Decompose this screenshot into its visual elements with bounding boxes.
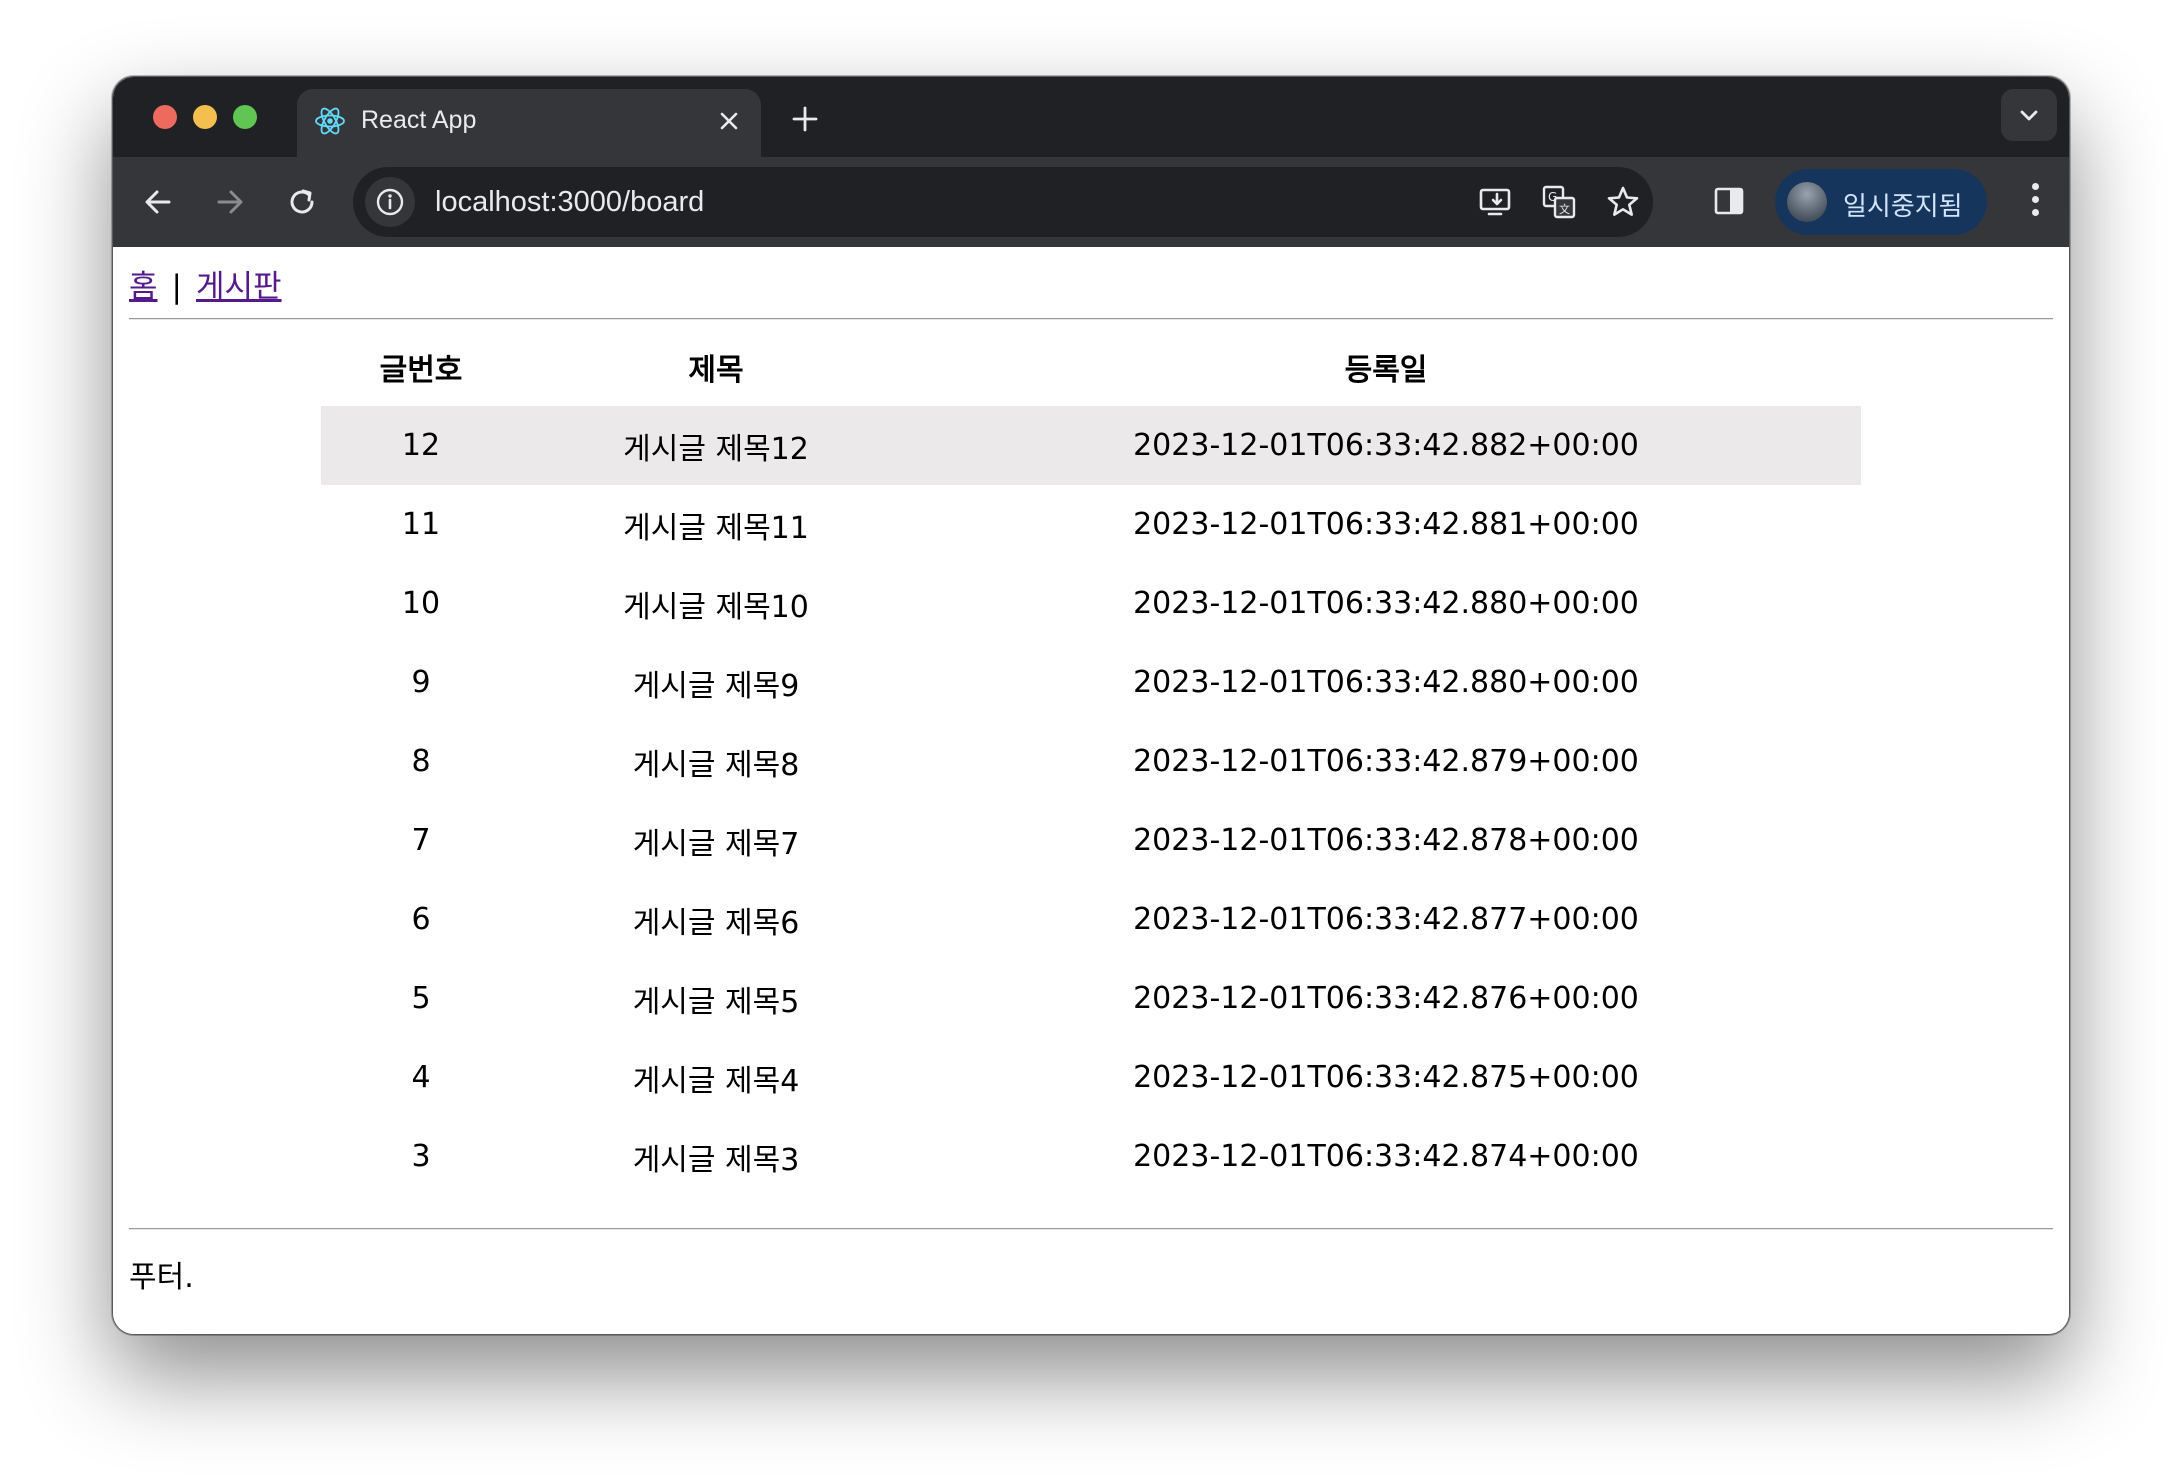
top-nav: 홈 | 게시판 [129, 261, 282, 306]
cell-post-number: 12 [321, 406, 521, 485]
cell-post-number: 3 [411, 1139, 431, 1174]
cell-date: 2023-12-01T06:33:42.874+00:00 [1133, 1139, 1639, 1174]
profile-status-label: 일시중지됨 [1843, 192, 1963, 222]
react-logo-icon [315, 107, 345, 135]
minimize-window-button[interactable] [193, 105, 217, 129]
arrow-left-icon [145, 190, 171, 214]
cell-post-number: 6 [411, 902, 431, 937]
cell-date: 2023-12-01T06:33:42.880+00:00 [1133, 665, 1639, 700]
table-row[interactable]: 5 게시글 제목5 2023-12-01T06:33:42.876+00:00 [321, 959, 1861, 1038]
cell-title[interactable]: 게시글 제목3 [521, 1117, 911, 1196]
bookmark-star-icon[interactable] [1605, 184, 1641, 220]
back-button[interactable] [135, 179, 181, 225]
cell-post-number: 9 [411, 665, 431, 700]
cell-date: 2023-12-01T06:33:42.880+00:00 [1133, 586, 1639, 621]
install-app-icon[interactable] [1477, 184, 1513, 220]
cell-post-number: 8 [411, 744, 431, 779]
cell-title[interactable]: 게시글 제목5 [521, 959, 911, 1038]
table-row[interactable]: 7 게시글 제목7 2023-12-01T06:33:42.878+00:00 [321, 801, 1861, 880]
close-window-button[interactable] [153, 105, 177, 129]
nav-link-home[interactable]: 홈 [129, 269, 158, 305]
table-header-row: 글번호 제목 등록일 [321, 327, 1861, 406]
active-tab[interactable]: React App [297, 89, 761, 157]
info-icon [376, 188, 404, 216]
footer-text: 푸터. [129, 1260, 194, 1295]
header-title: 제목 [688, 352, 744, 388]
cell-post-number: 7 [411, 823, 431, 858]
cell-post-number: 11 [401, 507, 441, 542]
site-info-button[interactable] [365, 177, 415, 227]
cell-title[interactable]: 게시글 제목12 [521, 406, 911, 485]
cell-post-number: 10 [401, 586, 441, 621]
cell-title[interactable]: 게시글 제목6 [521, 880, 911, 959]
svg-text:G: G [1548, 190, 1557, 204]
table-row[interactable]: 4 게시글 제목4 2023-12-01T06:33:42.875+00:00 [321, 1038, 1861, 1117]
chevron-down-icon [2020, 110, 2038, 121]
tab-title: React App [361, 106, 477, 134]
table-row[interactable]: 3 게시글 제목3 2023-12-01T06:33:42.874+00:00 [321, 1117, 1861, 1196]
avatar [1787, 182, 1827, 222]
cell-title[interactable]: 게시글 제목11 [521, 485, 911, 564]
address-bar[interactable]: localhost:3000/board G文 [353, 167, 1653, 237]
cell-date: 2023-12-01T06:33:42.879+00:00 [1133, 744, 1639, 779]
table-row[interactable]: 9 게시글 제목9 2023-12-01T06:33:42.880+00:00 [321, 643, 1861, 722]
header-post-number: 글번호 [379, 352, 463, 388]
cell-post-number: 4 [411, 1060, 431, 1095]
table-row[interactable]: 12 게시글 제목12 2023-12-01T06:33:42.882+00:0… [321, 406, 1861, 485]
tab-strip: React App [113, 77, 2069, 157]
header-date: 등록일 [1344, 352, 1428, 388]
new-tab-button[interactable] [783, 97, 827, 141]
nav-link-board[interactable]: 게시판 [196, 269, 282, 305]
bottom-divider [129, 1228, 2053, 1230]
reload-icon [290, 189, 314, 214]
profile-button[interactable]: 일시중지됨 [1775, 169, 1987, 235]
table-row[interactable]: 8 게시글 제목8 2023-12-01T06:33:42.879+00:00 [321, 722, 1861, 801]
browser-toolbar: localhost:3000/board G文 일시중지됨 [113, 157, 2069, 247]
side-panel-icon[interactable] [1709, 181, 1749, 221]
table-row[interactable]: 10 게시글 제목10 2023-12-01T06:33:42.880+00:0… [321, 564, 1861, 643]
cell-title[interactable]: 게시글 제목4 [521, 1038, 911, 1117]
cell-date: 2023-12-01T06:33:42.875+00:00 [1133, 1060, 1639, 1095]
page-content: 홈 | 게시판 글번호 제목 등록일 12 게시글 제목12 2023-12-0… [113, 247, 2069, 1334]
cell-title[interactable]: 게시글 제목8 [521, 722, 911, 801]
cell-post-number: 5 [411, 981, 431, 1016]
more-menu-icon[interactable] [2029, 183, 2041, 223]
cell-date: 2023-12-01T06:33:42.876+00:00 [1133, 981, 1639, 1016]
maximize-window-button[interactable] [233, 105, 257, 129]
tab-search-button[interactable] [2001, 89, 2057, 141]
board-table: 글번호 제목 등록일 12 게시글 제목12 2023-12-01T06:33:… [321, 327, 1861, 1196]
cell-date: 2023-12-01T06:33:42.882+00:00 [911, 406, 1861, 485]
arrow-right-icon [217, 190, 243, 214]
browser-window: React App localhost:3000/board G 文 일시중지됨… [112, 76, 2070, 1335]
table-row[interactable]: 11 게시글 제목11 2023-12-01T06:33:42.881+00:0… [321, 485, 1861, 564]
svg-text:文: 文 [1559, 202, 1570, 216]
reload-button[interactable] [279, 179, 325, 225]
cell-date: 2023-12-01T06:33:42.878+00:00 [1133, 823, 1639, 858]
top-divider [129, 318, 2053, 320]
forward-button[interactable] [207, 179, 253, 225]
nav-separator: | [171, 269, 182, 305]
cell-title[interactable]: 게시글 제목7 [521, 801, 911, 880]
close-tab-icon[interactable] [711, 103, 747, 139]
cell-date: 2023-12-01T06:33:42.881+00:00 [1133, 507, 1639, 542]
translate-icon[interactable]: G文 [1541, 184, 1577, 220]
url-text: localhost:3000/board [435, 186, 705, 218]
cell-title[interactable]: 게시글 제목9 [521, 643, 911, 722]
cell-title[interactable]: 게시글 제목10 [521, 564, 911, 643]
table-row[interactable]: 6 게시글 제목6 2023-12-01T06:33:42.877+00:00 [321, 880, 1861, 959]
cell-date: 2023-12-01T06:33:42.877+00:00 [1133, 902, 1639, 937]
